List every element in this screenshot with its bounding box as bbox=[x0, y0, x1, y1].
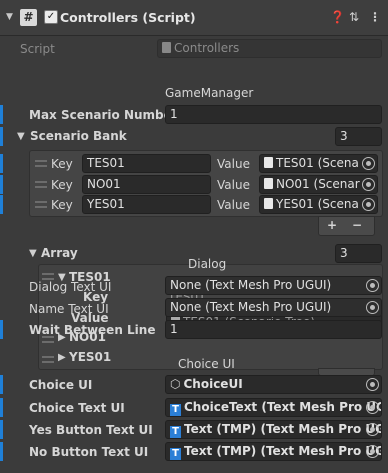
modified-indicator bbox=[0, 375, 3, 394]
drag-handle-icon[interactable] bbox=[42, 336, 54, 343]
scenario-bank-label: Scenario Bank bbox=[30, 129, 127, 143]
choice-text-ui-label: Choice Text UI bbox=[29, 401, 125, 415]
dialog-text-ui-field[interactable]: None (Text Mesh Pro UGUI) bbox=[165, 276, 382, 295]
value-object-field[interactable]: NO01 (Scenar bbox=[259, 175, 378, 194]
modified-indicator bbox=[0, 420, 3, 439]
script-field: Controllers bbox=[157, 39, 382, 58]
key-input[interactable]: YES01 bbox=[82, 195, 211, 214]
drag-handle-icon[interactable] bbox=[35, 201, 47, 208]
collapse-arrow-icon[interactable]: ▼ bbox=[6, 12, 13, 22]
modified-indicator bbox=[0, 175, 3, 194]
textmeshpro-icon: T bbox=[170, 426, 181, 438]
no-button-text-ui-label: No Button Text UI bbox=[29, 445, 149, 459]
remove-element-button[interactable]: − bbox=[352, 218, 362, 232]
modified-indicator bbox=[0, 320, 3, 339]
element-foldout-icon[interactable]: ▶ bbox=[58, 352, 66, 363]
modified-indicator bbox=[0, 398, 3, 417]
object-picker-icon[interactable] bbox=[362, 198, 375, 211]
drag-handle-icon[interactable] bbox=[42, 273, 54, 280]
object-picker-icon[interactable] bbox=[366, 279, 379, 292]
value-label: Value bbox=[217, 178, 250, 192]
section-header-choice-ui: Choice UI bbox=[178, 357, 235, 371]
object-picker-icon[interactable] bbox=[362, 178, 375, 191]
scenario-bank-size-input[interactable]: 3 bbox=[335, 127, 382, 146]
drag-handle-icon[interactable] bbox=[42, 356, 54, 363]
array-label: Array bbox=[41, 246, 78, 260]
sliders-icon[interactable]: ⇅ bbox=[349, 10, 359, 24]
array-size-input[interactable]: 3 bbox=[335, 244, 382, 263]
object-picker-icon[interactable] bbox=[366, 378, 379, 391]
value-label: Value bbox=[217, 198, 250, 212]
object-picker-icon[interactable] bbox=[362, 157, 375, 170]
textmeshpro-icon: T bbox=[170, 448, 181, 460]
max-scenario-input[interactable]: 1 bbox=[165, 105, 382, 124]
choice-text-ui-field[interactable]: TChoiceText (Text Mesh Pro UGUI) bbox=[165, 398, 382, 417]
object-picker-icon[interactable] bbox=[366, 301, 379, 314]
textmeshpro-icon: T bbox=[170, 404, 181, 416]
wait-between-line-input[interactable]: 1 bbox=[165, 320, 382, 339]
key-label: Key bbox=[51, 157, 73, 171]
scriptable-object-icon bbox=[264, 157, 273, 168]
section-header-dialog: Dialog bbox=[188, 257, 227, 271]
more-icon[interactable]: ⋮ bbox=[369, 10, 381, 24]
object-picker-icon[interactable] bbox=[366, 401, 379, 414]
no-button-text-ui-field[interactable]: TText (TMP) (Text Mesh Pro UGUI) bbox=[165, 442, 382, 461]
add-element-button[interactable]: + bbox=[327, 218, 337, 232]
enabled-checkbox[interactable]: ✓ bbox=[44, 10, 58, 24]
yes-button-text-ui-label: Yes Button Text UI bbox=[29, 423, 153, 437]
component-title: Controllers (Script) bbox=[60, 10, 196, 25]
script-file-icon bbox=[162, 42, 171, 53]
wait-between-line-label: Wait Between Line bbox=[29, 323, 156, 337]
dialog-text-ui-label: Dialog Text UI bbox=[29, 280, 112, 294]
section-header-gamemanager: GameManager bbox=[165, 86, 254, 100]
name-text-ui-label: Name Text UI bbox=[29, 302, 109, 316]
key-input[interactable]: TES01 bbox=[82, 154, 211, 173]
choice-ui-field[interactable]: ⬡ ChoiceUI bbox=[165, 375, 382, 394]
drag-handle-icon[interactable] bbox=[35, 160, 47, 167]
script-icon: # bbox=[20, 9, 37, 26]
modified-indicator bbox=[0, 154, 3, 173]
max-scenario-label: Max Scenario Number bbox=[29, 108, 178, 122]
scriptable-object-icon bbox=[264, 198, 273, 209]
modified-indicator bbox=[0, 195, 3, 214]
choice-ui-label: Choice UI bbox=[29, 378, 93, 392]
key-input[interactable]: NO01 bbox=[82, 175, 211, 194]
help-icon[interactable]: ❓ bbox=[330, 10, 345, 24]
modified-indicator bbox=[0, 442, 3, 461]
key-label: Key bbox=[51, 198, 73, 212]
object-picker-icon[interactable] bbox=[366, 423, 379, 436]
array-element-label: YES01 bbox=[69, 350, 112, 364]
script-label: Script bbox=[20, 42, 55, 56]
gameobject-icon: ⬡ bbox=[170, 377, 181, 391]
yes-button-text-ui-field[interactable]: TText (TMP) (Text Mesh Pro UGUI) bbox=[165, 420, 382, 439]
value-label: Value bbox=[217, 157, 250, 171]
value-object-field[interactable]: TES01 (Scena bbox=[259, 154, 378, 173]
object-picker-icon[interactable] bbox=[366, 445, 379, 458]
name-text-ui-field[interactable]: None (Text Mesh Pro UGUI) bbox=[165, 298, 382, 317]
value-object-field[interactable]: YES01 (Scena bbox=[259, 195, 378, 214]
modified-indicator bbox=[0, 105, 3, 124]
drag-handle-icon[interactable] bbox=[35, 181, 47, 188]
array-foldout-icon[interactable]: ▼ bbox=[29, 248, 37, 259]
scenario-bank-foldout-icon[interactable]: ▼ bbox=[17, 131, 25, 142]
key-label: Key bbox=[51, 178, 73, 192]
scriptable-object-icon bbox=[264, 178, 273, 189]
modified-indicator bbox=[0, 127, 3, 146]
